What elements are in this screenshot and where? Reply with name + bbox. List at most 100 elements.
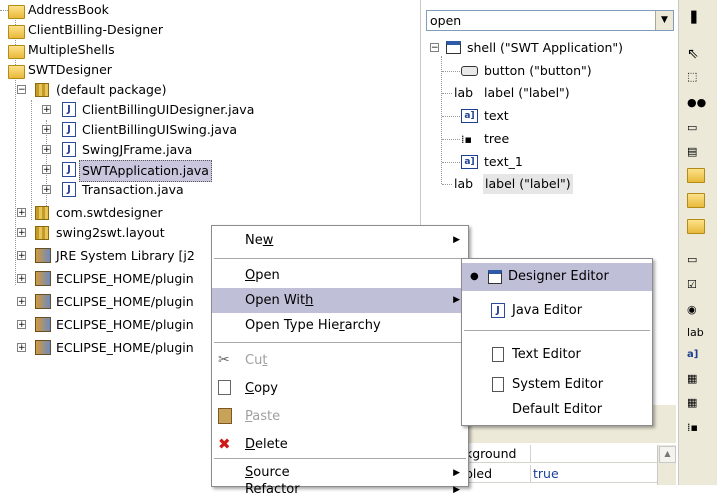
project-icon — [8, 65, 25, 79]
expand-icon[interactable]: + — [42, 185, 51, 195]
tree-item-java-file[interactable]: + J SwingJFrame.java — [0, 140, 410, 160]
menu-item-cut[interactable]: ✂ Cut — [212, 348, 468, 373]
property-value[interactable]: true — [531, 465, 657, 483]
expand-icon[interactable]: + — [17, 343, 26, 353]
menu-separator — [214, 342, 466, 343]
clipboard-icon[interactable]: ▤ — [687, 142, 707, 162]
scrollbar[interactable]: ▲ — [657, 445, 676, 485]
menu-item-label: Default Editor — [512, 402, 603, 417]
menu-item-java-editor[interactable]: J Java Editor — [462, 297, 652, 325]
java-file-icon: J — [62, 122, 76, 137]
expand-icon[interactable]: + — [17, 208, 26, 218]
selection-arrow-icon[interactable]: ⇖ — [687, 44, 707, 64]
tree-item-addressbook[interactable]: AddressBook — [0, 0, 410, 20]
tree-icon: ⁞▪ — [461, 133, 472, 146]
folder-icon[interactable] — [687, 168, 705, 183]
menu-item-copy[interactable]: Copy — [212, 376, 468, 401]
menu-item-default-editor[interactable]: Default Editor — [462, 397, 652, 423]
outline-item-shell[interactable]: − shell ("SWT Application") — [428, 38, 673, 58]
tree-item-label: AddressBook — [28, 2, 109, 17]
tree-item-package[interactable]: + com.swtdesigner — [0, 203, 410, 223]
menu-item-paste[interactable]: Paste — [212, 404, 468, 429]
label-icon[interactable]: lab — [687, 323, 707, 343]
package-icon — [35, 206, 49, 220]
tree-item-label: SwingJFrame.java — [82, 142, 193, 157]
table-icon[interactable]: ▦ — [687, 369, 707, 389]
collapse-icon[interactable]: − — [430, 43, 439, 53]
pin-icon[interactable]: ▐▏ — [687, 8, 707, 28]
outline-item-label: tree — [484, 131, 510, 146]
collapse-icon[interactable]: − — [17, 85, 26, 95]
tree-item-swtapplication-selected[interactable]: + J SWTApplication.java — [0, 160, 410, 182]
menu-item-label: New — [245, 233, 274, 248]
outline-item-text-1[interactable]: a] text_1 — [428, 152, 673, 172]
tree-item-java-file[interactable]: + J ClientBillingUIDesigner.java — [0, 100, 410, 120]
expand-icon[interactable]: + — [42, 145, 51, 155]
project-icon — [8, 5, 25, 19]
package-icon — [35, 226, 49, 240]
menu-item-new[interactable]: New ▶ — [212, 228, 468, 253]
table-icon[interactable]: ▦ — [687, 393, 707, 413]
tree-item-java-file[interactable]: + J ClientBillingUISwing.java — [0, 120, 410, 140]
text-editor-icon — [492, 347, 504, 362]
outline-item-label: text — [484, 108, 509, 123]
menu-item-text-editor[interactable]: Text Editor — [462, 341, 652, 369]
marquee-icon[interactable]: ⬚ — [687, 67, 707, 87]
menu-item-open[interactable]: Open — [212, 263, 468, 288]
chevron-up-icon[interactable]: ▲ — [659, 446, 676, 463]
outline-combo[interactable]: open ▼ — [426, 10, 674, 31]
menu-item-refactor[interactable]: Refactor ▶ — [212, 481, 468, 503]
tree-item-label: com.swtdesigner — [56, 205, 163, 220]
folder-icon[interactable] — [687, 219, 705, 234]
menu-item-open-type-hierarchy[interactable]: Open Type Hierarchy — [212, 313, 468, 338]
delete-icon: ✖ — [218, 435, 231, 453]
composite-icon[interactable]: ▭ — [687, 118, 707, 138]
text-icon[interactable]: a] — [687, 345, 707, 365]
outline-item-label-2[interactable]: lab label ("label") — [428, 174, 673, 194]
button-icon[interactable]: ▭ — [687, 250, 707, 270]
menu-item-designer-editor[interactable]: ● Designer Editor — [462, 263, 652, 291]
tree-item-label: ECLIPSE_HOME/plugin — [56, 317, 194, 332]
outline-item-tree[interactable]: ⁞▪ tree — [428, 129, 673, 149]
expand-icon[interactable]: + — [42, 125, 51, 135]
outline-item-label[interactable]: lab label ("label") — [428, 83, 673, 103]
designer-editor-icon — [488, 270, 502, 284]
expand-icon[interactable]: + — [17, 297, 26, 307]
outline-item-label: button ("button") — [484, 63, 592, 78]
menu-item-label: Cut — [245, 353, 268, 368]
context-menu: New ▶ Open Open With ▶ Open Type Hierarc… — [211, 225, 469, 497]
menu-item-open-with[interactable]: Open With ▶ — [212, 288, 468, 313]
expand-icon[interactable]: + — [17, 320, 26, 330]
tree-item-default-package[interactable]: − (default package) — [0, 80, 410, 100]
label-icon: lab — [454, 85, 474, 100]
outline-item-label: label ("label") — [483, 174, 573, 194]
checkbox-icon[interactable]: ☑ — [687, 275, 707, 295]
expand-icon[interactable]: + — [17, 274, 26, 284]
menu-item-label: Delete — [245, 437, 288, 452]
menu-item-label: Open Type Hierarchy — [245, 318, 381, 333]
menu-item-system-editor[interactable]: System Editor — [462, 371, 652, 399]
expand-icon[interactable]: + — [42, 105, 51, 115]
menu-item-delete[interactable]: ✖ Delete — [212, 432, 468, 457]
java-file-icon: J — [491, 303, 505, 318]
menu-item-label: Designer Editor — [508, 269, 609, 284]
radio-icon[interactable]: ◉ — [687, 300, 707, 320]
tree-item-swtdesigner[interactable]: SWTDesigner — [0, 60, 410, 80]
expand-icon[interactable]: + — [17, 228, 26, 238]
outline-item-button[interactable]: button ("button") — [428, 61, 673, 81]
bean-icon[interactable]: ●● — [687, 93, 707, 113]
menu-item-label: Open With — [245, 293, 314, 308]
property-value[interactable] — [531, 445, 657, 463]
outline-item-text[interactable]: a] text — [428, 106, 673, 126]
combo-value: open — [430, 13, 462, 28]
expand-icon[interactable]: + — [42, 165, 51, 175]
expand-icon[interactable]: + — [17, 251, 26, 261]
tree-item-java-file[interactable]: + J Transaction.java — [0, 180, 410, 200]
folder-icon[interactable] — [687, 193, 705, 208]
chevron-down-icon[interactable]: ▼ — [655, 11, 673, 30]
menu-item-label: Text Editor — [512, 347, 581, 362]
tree-item-clientbilling-designer[interactable]: ClientBilling-Designer — [0, 20, 410, 40]
tree-item-multipleshells[interactable]: MultipleShells — [0, 40, 410, 60]
property-name: kground — [463, 445, 531, 463]
tree-icon[interactable]: ⁞▪ — [687, 418, 707, 438]
